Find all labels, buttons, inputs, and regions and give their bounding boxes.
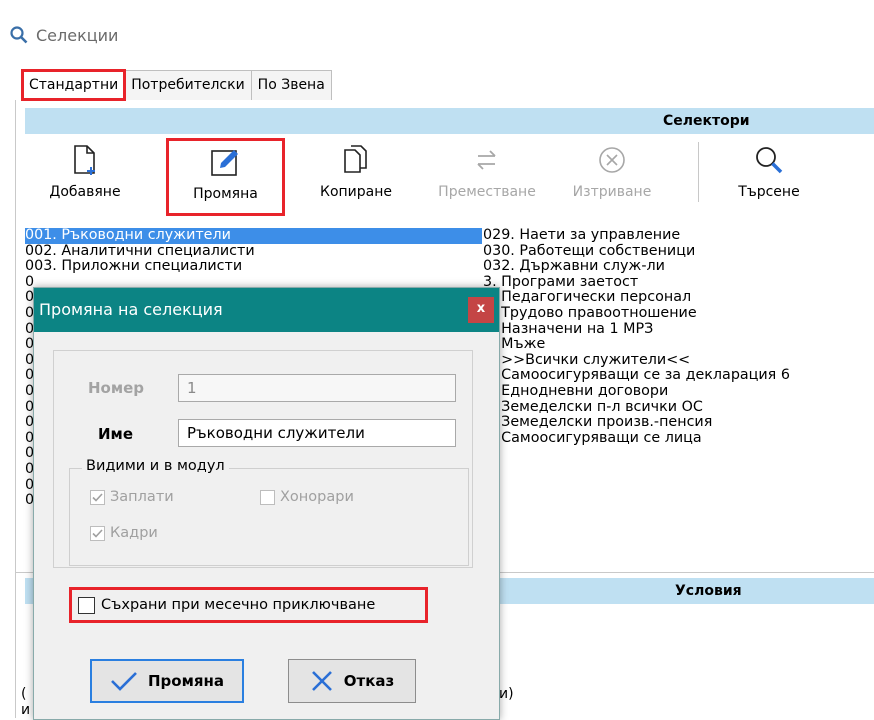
number-field[interactable]: 1 xyxy=(178,374,456,402)
search-icon xyxy=(756,147,783,174)
list-item[interactable]: 7. Мъже xyxy=(483,337,863,353)
checkbox-box xyxy=(260,489,275,505)
dialog-panel: Номер 1 Име Ръководни служители Видими и… xyxy=(53,350,473,568)
fees-label: Хонорари xyxy=(280,489,354,505)
tab-bar: Стандартни Потребителски По Звена xyxy=(20,69,332,101)
delete-icon xyxy=(599,147,625,173)
modules-group-title: Видими и в модул xyxy=(82,458,229,474)
window-title: Селекции xyxy=(36,25,119,45)
list-item[interactable]: 001. Ръководни служители xyxy=(25,227,482,244)
number-label: Номер xyxy=(88,379,145,397)
conditions-title: Условия xyxy=(675,583,742,599)
list-item[interactable]: 1. >>Всички служители<< xyxy=(483,352,863,369)
toolbar-separator xyxy=(698,142,699,202)
cancel-button[interactable]: Отказ xyxy=(288,659,416,703)
selectors-title: Селектори xyxy=(663,113,750,129)
bottom-text-left-2: и xyxy=(21,702,31,718)
save-on-month-close-label: Съхрани при месечно приключване xyxy=(101,597,376,613)
delete-button[interactable]: Изтриване xyxy=(564,136,660,218)
list-item[interactable]: 029. Наети за управление xyxy=(483,227,863,244)
list-item[interactable]: 6. Назначени на 1 МРЗ xyxy=(483,321,863,338)
save-on-month-close-checkbox[interactable]: Съхрани при месечно приключване xyxy=(69,587,428,623)
delete-label: Изтриване xyxy=(572,184,652,200)
swap-arrows-icon xyxy=(477,150,496,170)
checkmark-icon xyxy=(92,492,103,502)
move-button[interactable]: Преместване xyxy=(433,136,541,218)
salaries-label: Заплати xyxy=(110,489,174,505)
window-title-bar: Селекции xyxy=(10,0,118,70)
list-item[interactable]: 0. Самоосигуряващи се лица xyxy=(483,430,863,447)
add-button[interactable]: Добавяне xyxy=(43,136,127,218)
check-icon xyxy=(111,672,137,691)
tab-units[interactable]: По Звена xyxy=(250,70,332,100)
list-item[interactable]: 003. Приложни специалисти xyxy=(25,259,482,275)
new-file-icon xyxy=(74,145,95,175)
list-item[interactable]: 030. Работещи собственици xyxy=(483,243,863,260)
list-item[interactable]: 4. Педагогически персонал xyxy=(483,290,863,306)
checkmark-icon xyxy=(92,528,103,538)
edit-icon xyxy=(210,150,238,176)
selector-list-right: 029. Наети за управление 030. Работещи с… xyxy=(483,227,863,447)
list-item[interactable]: 032. Държавни служ-ли xyxy=(483,259,863,275)
modules-group: Видими и в модул Заплати Хонорари Кадри xyxy=(69,458,469,566)
confirm-button[interactable]: Промяна xyxy=(90,659,244,703)
dialog-title-bar: Промяна на селекция x xyxy=(34,288,499,332)
copy-label: Копиране xyxy=(320,184,392,200)
name-label: Име xyxy=(98,425,133,443)
fees-checkbox[interactable]: Хонорари xyxy=(260,489,354,505)
checkbox-box xyxy=(90,489,105,505)
list-item[interactable]: 6. Самоосигуряващи се за декларация 6 xyxy=(483,368,863,384)
selector-toolbar: Добавяне Промяна Копиране Преместване Из… xyxy=(25,136,874,228)
edit-label: Промяна xyxy=(193,186,258,202)
list-item[interactable]: 9. Земеделски произв.-пенсия xyxy=(483,415,863,431)
tab-user[interactable]: Потребителски xyxy=(124,70,252,100)
dialog-title: Промяна на селекция xyxy=(39,300,223,319)
close-icon xyxy=(311,671,332,691)
list-item[interactable]: 002. Аналитични специалисти xyxy=(25,243,482,260)
edit-selection-dialog: Промяна на селекция x Номер 1 Име Ръково… xyxy=(33,287,500,720)
list-item[interactable]: 3. Програми заетост xyxy=(483,274,863,291)
copy-button[interactable]: Копиране xyxy=(311,136,401,218)
confirm-label: Промяна xyxy=(148,672,224,690)
edit-button[interactable]: Промяна xyxy=(166,138,285,216)
tab-standard[interactable]: Стандартни xyxy=(20,69,127,101)
bottom-text-left-1: ( xyxy=(21,686,27,702)
search-label: Търсене xyxy=(738,184,800,200)
hr-label: Кадри xyxy=(110,525,158,541)
list-item[interactable]: 7. Еднодневни договори xyxy=(483,383,863,400)
salaries-checkbox[interactable]: Заплати xyxy=(90,489,174,505)
cancel-label: Отказ xyxy=(343,672,395,690)
bottom-text-right: и) xyxy=(499,686,514,702)
selectors-header: Селектори xyxy=(25,108,874,134)
checkbox-box xyxy=(78,596,95,614)
name-field[interactable]: Ръководни служители xyxy=(178,419,456,447)
checkbox-box xyxy=(90,525,105,541)
search-icon xyxy=(10,26,28,44)
move-label: Преместване xyxy=(438,184,536,200)
search-button[interactable]: Търсене xyxy=(725,136,813,218)
add-label: Добавяне xyxy=(49,184,121,200)
copy-icon xyxy=(344,145,367,173)
hr-checkbox[interactable]: Кадри xyxy=(90,525,158,541)
list-item[interactable]: 5. Трудово правоотношение xyxy=(483,305,863,322)
list-item[interactable]: 8. Земеделски п-л всички ОС xyxy=(483,399,863,416)
close-button[interactable]: x xyxy=(468,297,494,323)
